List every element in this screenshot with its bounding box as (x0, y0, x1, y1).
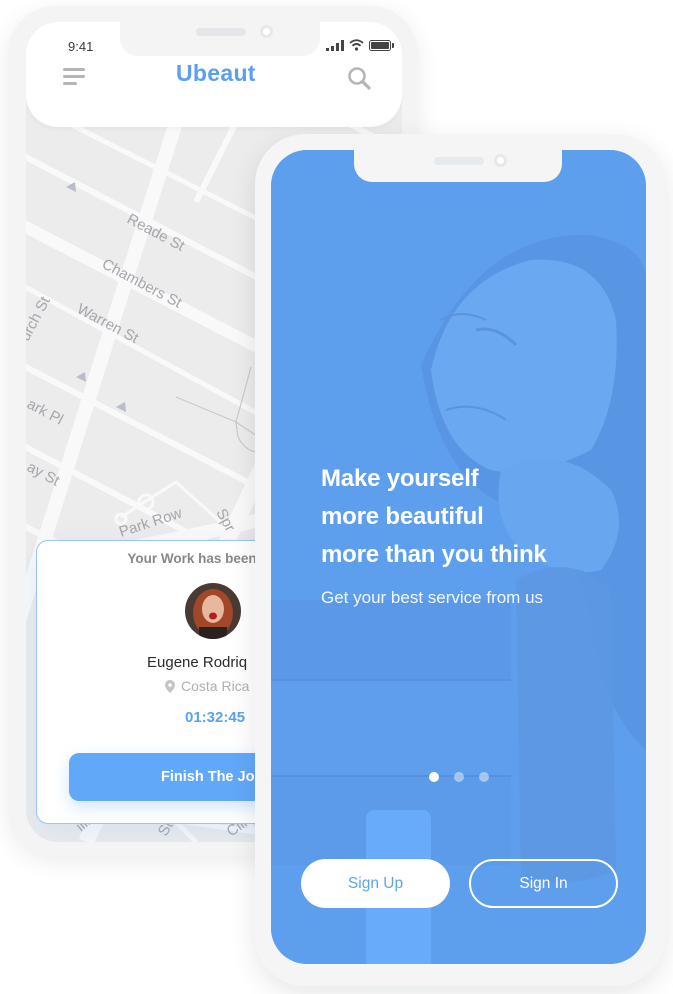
status-time: 9:41 (68, 39, 94, 54)
hamburger-menu-icon[interactable] (63, 68, 85, 86)
carousel-dot[interactable] (454, 772, 464, 782)
wifi-icon (349, 39, 364, 51)
search-icon[interactable] (347, 66, 371, 90)
onboarding-screen: Make yourself more beautiful more than y… (271, 150, 646, 964)
speaker-grille (196, 28, 246, 36)
location: Costa Rica (165, 678, 249, 694)
map-pin-icon (165, 679, 175, 693)
signal-icon (326, 39, 344, 51)
person-name: Eugene Rodriq (147, 654, 248, 671)
app-header: 9:41 Ubeaut (26, 22, 402, 127)
onboarding-headline: Make yourself more beautiful more than y… (321, 460, 547, 574)
location-text: Costa Rica (181, 678, 250, 694)
speaker-grille (434, 157, 484, 165)
phone-notch (354, 150, 562, 182)
battery-icon (369, 39, 394, 51)
headline-line: more than you think (321, 541, 547, 568)
carousel-indicator (429, 772, 489, 782)
headline-line: more beautiful (321, 503, 484, 530)
avatar[interactable] (185, 583, 241, 639)
carousel-dot[interactable] (479, 772, 489, 782)
status-icons (326, 38, 394, 52)
carousel-dot-active[interactable] (429, 772, 439, 782)
phone-notch (120, 22, 320, 56)
onboarding-phone-mockup: Make yourself more beautiful more than y… (255, 134, 665, 986)
work-timer: 01:32:45 (185, 709, 246, 726)
sign-in-button[interactable]: Sign In (469, 859, 618, 908)
front-camera (260, 25, 273, 38)
front-camera (494, 154, 507, 167)
app-logo: Ubeaut (176, 60, 256, 86)
sign-up-button[interactable]: Sign Up (301, 859, 450, 908)
headline-line: Make yourself (321, 465, 479, 492)
onboarding-subtitle: Get your best service from us (321, 588, 544, 607)
